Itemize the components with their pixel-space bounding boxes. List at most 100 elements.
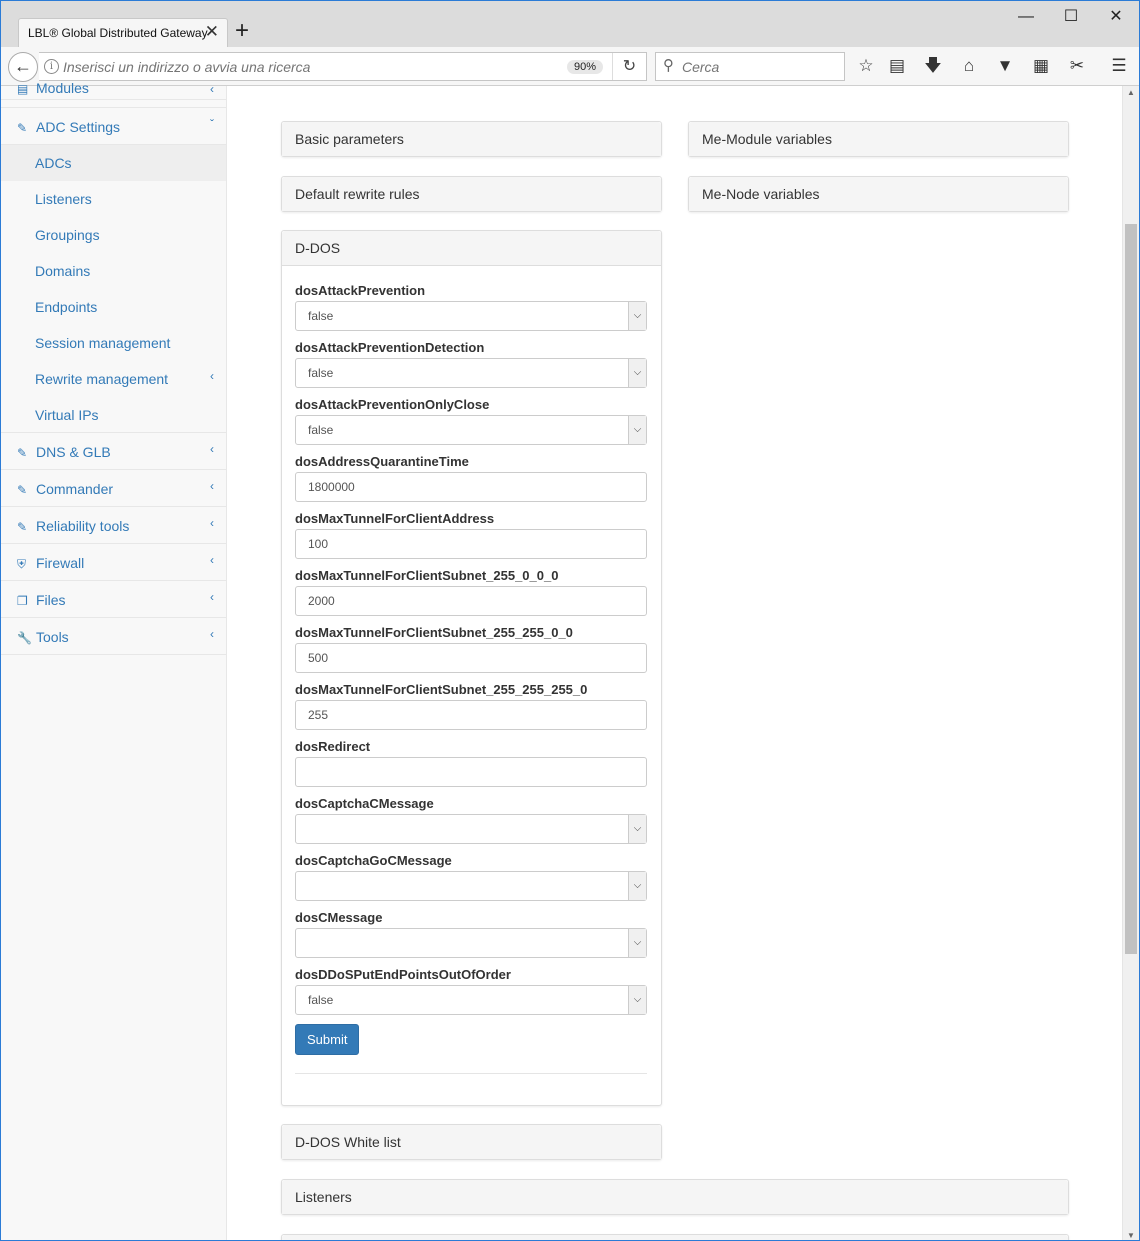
panel-listeners[interactable]: Listeners (281, 1179, 1069, 1215)
sidebar-item-files[interactable]: ❐ Files ‹ (1, 581, 226, 618)
title-bar: LBL® Global Distributed Gateway ✕ + — ☐ … (1, 1, 1139, 48)
close-window-icon[interactable]: ✕ (1106, 7, 1126, 27)
scroll-thumb[interactable] (1125, 224, 1137, 954)
browser-tab[interactable]: LBL® Global Distributed Gateway ✕ (18, 18, 228, 48)
bookmark-star-icon[interactable]: ☆ (855, 55, 877, 77)
field-label: dosAttackPreventionDetection (295, 340, 485, 355)
maximize-icon[interactable]: ☐ (1061, 7, 1081, 27)
chevron-left-icon: ‹ (210, 627, 214, 641)
sidebar-subitem-groupings[interactable]: Groupings (1, 217, 226, 253)
sidebar-item-tools[interactable]: 🔧 Tools ‹ (1, 618, 226, 655)
panel-me-node-variables[interactable]: Me-Node variables (688, 176, 1069, 212)
sidebar-item-dns-glb[interactable]: ✎ DNS & GLB ‹ (1, 433, 226, 470)
sidebar-item-label: DNS & GLB (36, 444, 111, 460)
reload-icon[interactable]: ↻ (612, 53, 646, 80)
dos-attack-prevention-only-close-select[interactable]: false ⌵ (295, 415, 647, 445)
menu-icon[interactable]: ☰ (1108, 55, 1130, 77)
download-icon[interactable]: 🡇 (922, 55, 944, 77)
input-value: 255 (308, 708, 329, 722)
dos-ddos-endpoints-out-of-order-select[interactable]: false ⌵ (295, 985, 647, 1015)
panel-next[interactable] (281, 1234, 1069, 1240)
nav-bar: ← i 90% ↻ ⚲ ☆ ▤ 🡇 ⌂ ▼ ▦ ✂ ☰ (1, 47, 1139, 86)
chevron-down-icon[interactable]: ⌵ (628, 929, 646, 957)
panel-title[interactable]: D-DOS White list (282, 1125, 661, 1159)
select-value: false (308, 366, 334, 380)
sidebar-subitem-label: Rewrite management (35, 371, 169, 387)
chevron-left-icon: ‹ (210, 442, 214, 456)
chevron-down-icon[interactable]: ⌵ (628, 872, 646, 900)
panel-title[interactable]: Listeners (282, 1180, 1068, 1214)
sidebar-subitem-adcs[interactable]: ADCs (1, 145, 226, 181)
screenshot-icon[interactable]: ✂ (1066, 55, 1088, 77)
tab-title: LBL® Global Distributed Gateway (28, 26, 208, 40)
panel-me-module-variables[interactable]: Me-Module variables (688, 121, 1069, 157)
list-icon: ▤ (17, 82, 29, 96)
panel-title[interactable]: D-DOS (282, 231, 661, 266)
close-tab-icon[interactable]: ✕ (205, 23, 219, 41)
url-input[interactable] (63, 57, 563, 77)
panel-ddos: D-DOS dosAttackPrevention false ⌵ dosAtt… (281, 230, 662, 1106)
info-icon[interactable]: i (44, 59, 59, 74)
panel-default-rewrite-rules[interactable]: Default rewrite rules (281, 176, 662, 212)
field-label: dosMaxTunnelForClientSubnet_255_255_0_0 (295, 625, 573, 640)
panel-title[interactable]: Me-Module variables (689, 122, 1068, 156)
sidebar-item-label: Firewall (36, 555, 85, 571)
dos-redirect-input[interactable] (295, 757, 647, 787)
chevron-down-icon[interactable]: ⌵ (628, 986, 646, 1014)
minimize-icon[interactable]: — (1016, 7, 1036, 27)
sidebar-subitem-endpoints[interactable]: Endpoints (1, 289, 226, 325)
panel-title[interactable]: Basic parameters (282, 122, 661, 156)
sidebar-item-firewall[interactable]: ⛨ Firewall ‹ (1, 544, 226, 581)
sidebar-subitem-rewrite-management[interactable]: Rewrite management ‹ (1, 361, 226, 397)
main-content: Basic parameters Me-Module variables Def… (228, 86, 1121, 1240)
panel-title[interactable]: Me-Node variables (689, 177, 1068, 211)
panel-title[interactable] (282, 1235, 1068, 1240)
sidebar-subitem-domains[interactable]: Domains (1, 253, 226, 289)
dos-captcha-c-message-select[interactable]: ⌵ (295, 814, 647, 844)
chevron-down-icon[interactable]: ⌵ (628, 359, 646, 387)
sidebar-subitem-session-management[interactable]: Session management (1, 325, 226, 361)
dos-max-tunnel-subnet-24-input[interactable]: 255 (295, 700, 647, 730)
vertical-scrollbar[interactable]: ▲ ▼ (1122, 86, 1139, 1240)
select-value: false (308, 309, 334, 323)
edit-icon: ✎ (17, 121, 28, 135)
sidebar: ▤ Modules ‹ ✎ ADC Settings ˇ ADCs Listener… (1, 80, 227, 1240)
chevron-down-icon: ˇ (210, 117, 214, 131)
panel-title[interactable]: Default rewrite rules (282, 177, 661, 211)
sidebar-item-label: Commander (36, 481, 114, 497)
dos-attack-prevention-detection-select[interactable]: false ⌵ (295, 358, 647, 388)
reading-list-icon[interactable]: ▤ (886, 55, 908, 77)
zoom-level[interactable]: 90% (567, 60, 604, 74)
dos-address-quarantine-time-input[interactable]: 1800000 (295, 472, 647, 502)
dos-max-tunnel-subnet-8-input[interactable]: 2000 (295, 586, 647, 616)
chevron-down-icon[interactable]: ⌵ (628, 416, 646, 444)
sidebar-item-commander[interactable]: ✎ Commander ‹ (1, 470, 226, 507)
sidebar-item-adc-settings[interactable]: ✎ ADC Settings ˇ (1, 108, 226, 145)
submit-button[interactable]: Submit (295, 1024, 360, 1055)
sidebar-subitem-virtual-ips[interactable]: Virtual IPs (1, 397, 226, 433)
sidebar-item-reliability-tools[interactable]: ✎ Reliability tools ‹ (1, 507, 226, 544)
dos-captcha-go-c-message-select[interactable]: ⌵ (295, 871, 647, 901)
chevron-down-icon[interactable]: ⌵ (628, 815, 646, 843)
extension-icon[interactable]: ▦ (1030, 55, 1052, 77)
dos-c-message-select[interactable]: ⌵ (295, 928, 647, 958)
scroll-up-icon[interactable]: ▲ (1127, 88, 1135, 97)
dos-max-tunnel-subnet-16-input[interactable]: 500 (295, 643, 647, 673)
dos-max-tunnel-client-address-input[interactable]: 100 (295, 529, 647, 559)
new-tab-icon[interactable]: + (235, 17, 249, 45)
sidebar-item-modules[interactable]: ▤ Modules ‹ (1, 80, 226, 100)
pocket-icon[interactable]: ▼ (994, 55, 1016, 77)
scroll-down-icon[interactable]: ▼ (1127, 1231, 1135, 1240)
chevron-down-icon[interactable]: ⌵ (628, 302, 646, 330)
search-input[interactable] (682, 57, 832, 77)
panel-basic-parameters[interactable]: Basic parameters (281, 121, 662, 157)
search-bar[interactable]: ⚲ (655, 52, 845, 81)
sidebar-subitem-listeners[interactable]: Listeners (1, 181, 226, 217)
chevron-left-icon: ‹ (210, 516, 214, 530)
field-label: dosCaptchaCMessage (295, 796, 434, 811)
panel-ddos-white-list[interactable]: D-DOS White list (281, 1124, 662, 1160)
home-icon[interactable]: ⌂ (958, 55, 980, 77)
back-arrow-icon[interactable]: ← (8, 52, 38, 82)
dos-attack-prevention-select[interactable]: false ⌵ (295, 301, 647, 331)
url-bar[interactable]: i 90% ↻ (39, 52, 647, 81)
